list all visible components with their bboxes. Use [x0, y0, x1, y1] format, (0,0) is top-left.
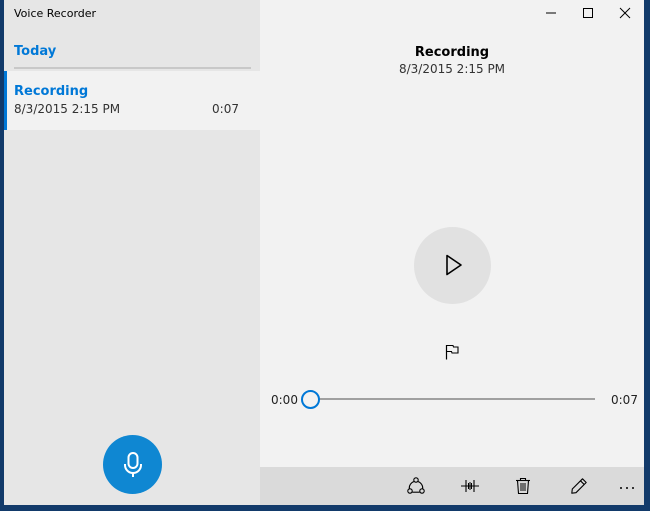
microphone-icon	[124, 452, 142, 477]
current-time: 0:00	[271, 393, 298, 407]
seek-thumb[interactable]	[301, 390, 320, 409]
recording-title: Recording	[414, 45, 490, 60]
delete-button[interactable]	[505, 467, 541, 505]
pencil-icon	[571, 478, 587, 494]
recording-item-date: 8/3/2015 2:15 PM	[14, 102, 121, 116]
minimize-button[interactable]	[533, 0, 569, 26]
recording-item-title: Recording	[14, 84, 89, 99]
trim-icon	[461, 480, 479, 492]
selection-indicator	[4, 71, 7, 130]
recording-list-item[interactable]: Recording 8/3/2015 2:15 PM 0:07	[4, 71, 260, 130]
add-marker-button[interactable]	[441, 341, 463, 363]
share-icon	[407, 477, 425, 494]
play-button[interactable]	[414, 227, 491, 304]
command-bar	[260, 467, 644, 505]
trash-icon	[516, 477, 530, 495]
recording-date: 8/3/2015 2:15 PM	[398, 62, 506, 76]
seek-bar[interactable]	[310, 398, 595, 400]
voice-recorder-window: Voice Recorder Today Recording 8/3/2015 …	[4, 0, 644, 505]
close-icon	[619, 7, 631, 19]
more-button[interactable]	[609, 467, 644, 505]
total-time: 0:07	[611, 393, 638, 407]
app-title: Voice Recorder	[14, 7, 97, 20]
maximize-icon	[583, 8, 593, 18]
minimize-icon	[546, 12, 556, 14]
recordings-pane: Voice Recorder Today Recording 8/3/2015 …	[4, 0, 260, 505]
close-button[interactable]	[607, 0, 643, 26]
group-divider	[14, 67, 251, 69]
share-button[interactable]	[398, 467, 434, 505]
more-icon	[620, 487, 634, 489]
maximize-button[interactable]	[570, 0, 606, 26]
flag-icon	[445, 344, 459, 360]
group-header-today: Today	[14, 44, 57, 59]
play-icon	[446, 254, 462, 276]
record-button[interactable]	[103, 435, 162, 494]
trim-button[interactable]	[452, 467, 488, 505]
rename-button[interactable]	[561, 467, 597, 505]
recording-item-duration: 0:07	[212, 102, 239, 116]
